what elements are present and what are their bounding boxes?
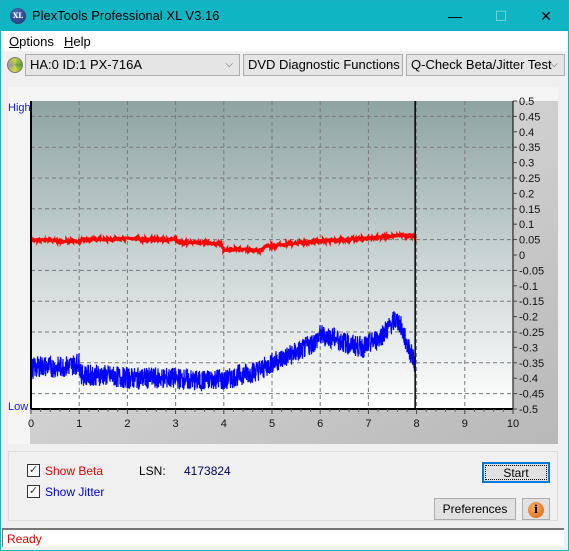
controls-frame: ✓ Show Beta ✓ Show Jitter LSN: 4173824 S… [8, 451, 558, 521]
y-tick-label: 0.05 [519, 235, 540, 247]
x-tick-label: 9 [462, 418, 468, 430]
show-beta-checkbox[interactable]: ✓ [27, 464, 40, 477]
y-tick-label: -0.05 [519, 265, 544, 277]
x-tick-label: 10 [507, 418, 519, 430]
y-tick-label: 0.3 [519, 158, 534, 170]
y-tick-label: -0.4 [519, 373, 538, 385]
y-tick-label: -0.15 [519, 296, 544, 308]
low-label: Low [8, 401, 28, 413]
y-tick-label: 0.15 [519, 204, 540, 216]
y-tick-label: 0.2 [519, 188, 534, 200]
info-button[interactable]: i [522, 498, 550, 520]
show-jitter-checkbox[interactable]: ✓ [27, 485, 40, 498]
high-label: High [8, 102, 31, 114]
start-button-label: Start [485, 465, 547, 480]
y-tick-label: -0.5 [519, 404, 538, 416]
show-jitter-label[interactable]: Show Jitter [45, 485, 104, 499]
start-button[interactable]: Start [482, 462, 550, 483]
status-text: Ready [7, 532, 42, 546]
y-tick-label: -0.35 [519, 358, 544, 370]
y-tick-label: 0.25 [519, 173, 540, 185]
x-tick-label: 3 [173, 418, 179, 430]
y-tick-label: 0.4 [519, 127, 534, 139]
y-tick-label: 0 [519, 250, 525, 262]
y-tick-label: -0.2 [519, 312, 538, 324]
top-strip [8, 94, 558, 101]
y-tick-label: -0.3 [519, 342, 538, 354]
y-tick-label: 0.1 [519, 219, 534, 231]
info-icon: i [528, 502, 544, 518]
check-icon: ✓ [28, 464, 39, 476]
y-tick-label: -0.25 [519, 327, 544, 339]
x-tick-label: 5 [269, 418, 275, 430]
x-tick-label: 2 [124, 418, 130, 430]
x-tick-label: 6 [317, 418, 323, 430]
show-beta-label[interactable]: Show Beta [45, 464, 103, 478]
x-tick-label: 7 [365, 418, 371, 430]
left-label-strip [8, 94, 30, 444]
x-tick-label: 1 [76, 418, 82, 430]
x-tick-label: 0 [28, 418, 34, 430]
preferences-button[interactable]: Preferences [434, 498, 516, 520]
x-tick-label: 4 [221, 418, 227, 430]
y-tick-label: 0.5 [519, 96, 534, 108]
x-tick-label: 8 [414, 418, 420, 430]
lsn-label: LSN: [139, 464, 166, 478]
check-icon: ✓ [28, 485, 39, 497]
y-tick-label: -0.45 [519, 389, 544, 401]
y-tick-label: 0.45 [519, 111, 540, 123]
y-tick-label: 0.35 [519, 142, 540, 154]
lsn-value: 4173824 [184, 464, 231, 478]
status-bar: Ready [2, 528, 564, 547]
y-tick-label: -0.1 [519, 281, 538, 293]
beta-jitter-chart: 0.5 0.45 0.4 0.35 0.3 0.25 0.2 0.15 0.1 0.05 0 -0.0… [8, 94, 558, 444]
